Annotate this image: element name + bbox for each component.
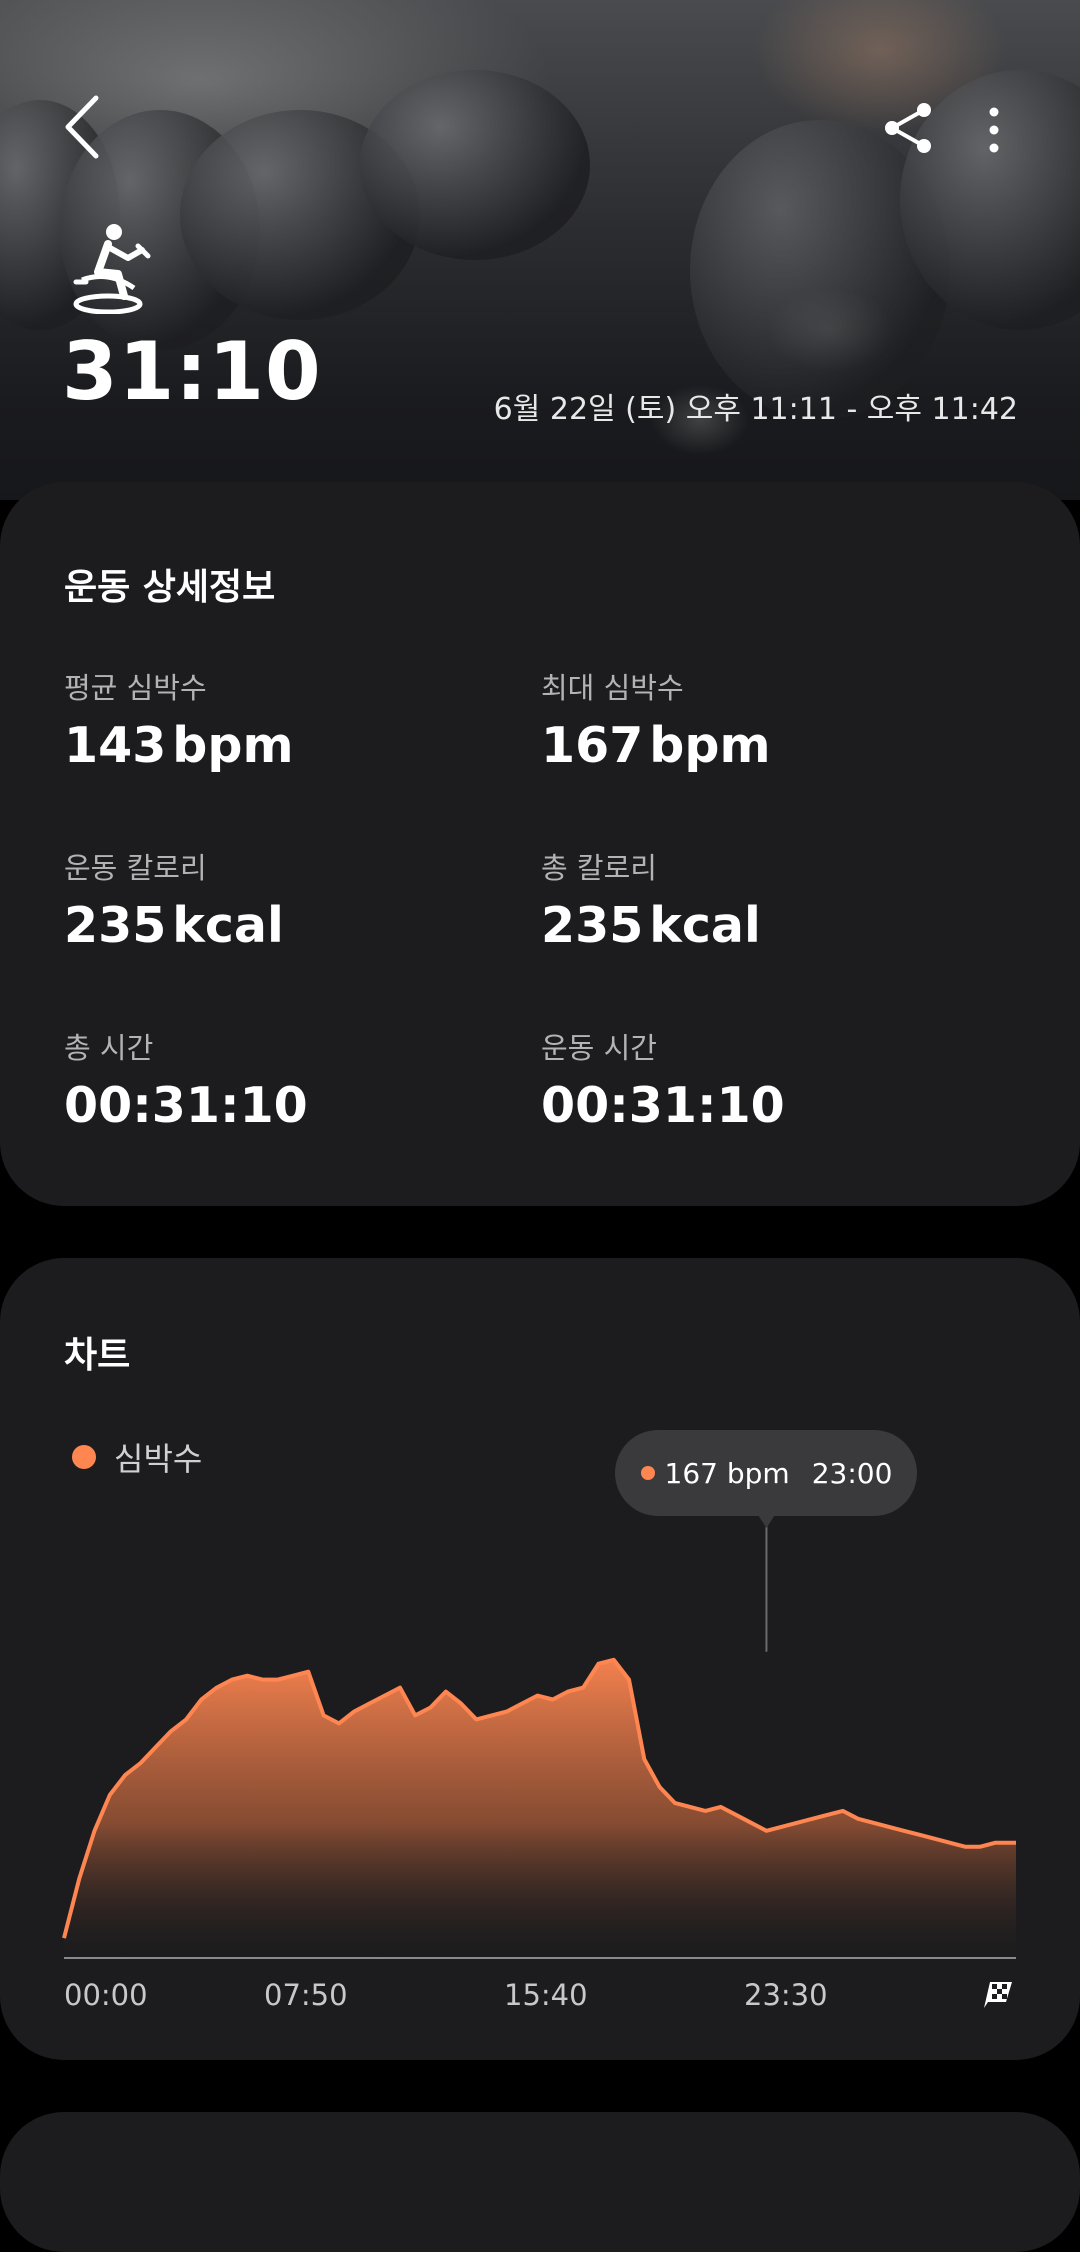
chart-card: 차트 xyxy=(0,1258,1080,2060)
chart-legend: 심박수 xyxy=(72,1434,202,1480)
stat-unit: kcal xyxy=(172,897,284,954)
tooltip-dot xyxy=(640,1466,655,1480)
x-axis-tick: 23:30 xyxy=(744,1978,828,2012)
x-axis-tick: 00:00 xyxy=(64,1978,148,2012)
stat-label: 총 칼로리 xyxy=(541,851,657,885)
total-time-stat: 총 시간 00:31:10 xyxy=(64,1031,484,1134)
workout-time-stat: 운동 시간 00:31:10 xyxy=(541,1031,961,1134)
stat-label: 평균 심박수 xyxy=(64,671,207,705)
more-vertical-icon[interactable] xyxy=(974,102,1014,158)
stat-value: 143 bpm xyxy=(64,721,484,770)
tooltip-time: 23:00 xyxy=(811,1456,893,1490)
exercise-bike-icon xyxy=(73,224,151,314)
stat-label: 최대 심박수 xyxy=(541,671,684,705)
x-axis-tick: 07:50 xyxy=(264,1978,348,2012)
stat-label: 총 시간 xyxy=(64,1031,154,1065)
stat-value: 00:31:10 xyxy=(64,1077,308,1134)
stat-value: 167 bpm xyxy=(541,721,961,770)
chart-tooltip: 167 bpm 23:00 xyxy=(615,1430,918,1516)
stat-number: 143 xyxy=(64,717,167,774)
total-calories-stat: 총 칼로리 235 kcal xyxy=(541,851,961,951)
next-section-card xyxy=(0,2112,1080,2252)
stat-value: 235 kcal xyxy=(541,901,961,950)
legend-dot xyxy=(72,1445,96,1469)
avg-heart-rate-stat: 평균 심박수 143 bpm xyxy=(64,671,484,771)
stat-value: 235 kcal xyxy=(64,901,484,950)
stat-unit: bpm xyxy=(649,717,771,774)
workout-details-card: 운동 상세정보 평균 심박수 143 bpm 최대 심박수 167 bpm 운동 칼… xyxy=(0,482,1080,1206)
background-dumbbell xyxy=(360,70,590,260)
stat-number: 235 xyxy=(64,897,167,954)
share-icon[interactable] xyxy=(880,100,936,156)
tooltip-value: 167 bpm xyxy=(664,1456,790,1490)
legend-label-heart-rate: 심박수 xyxy=(114,1440,203,1478)
chart-title: 차트 xyxy=(64,1335,131,1376)
stat-unit: bpm xyxy=(172,717,294,774)
workout-calories-stat: 운동 칼로리 235 kcal xyxy=(64,851,484,951)
workout-date-range: 6월 22일 (토) 오후 11:11 - 오후 11:42 xyxy=(493,392,1018,427)
workout-duration: 31:10 xyxy=(62,325,322,418)
max-heart-rate-stat: 최대 심박수 167 bpm xyxy=(541,671,961,771)
stat-value: 00:31:10 xyxy=(541,1077,785,1134)
stat-unit: kcal xyxy=(649,897,761,954)
back-icon[interactable] xyxy=(56,92,112,162)
stat-label: 운동 시간 xyxy=(541,1031,657,1065)
details-title: 운동 상세정보 xyxy=(64,567,276,608)
stat-number: 167 xyxy=(541,717,644,774)
stat-label: 운동 칼로리 xyxy=(64,851,207,885)
x-axis-tick: 15:40 xyxy=(504,1978,588,2012)
stat-number: 235 xyxy=(541,897,644,954)
checkered-flag-icon xyxy=(984,1982,1012,2008)
